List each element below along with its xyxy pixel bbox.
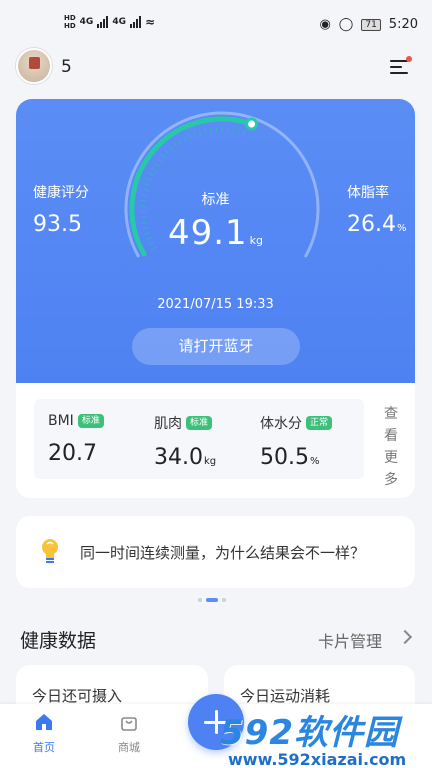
gauge-tick xyxy=(145,177,152,181)
nav-shop-label: 商城 xyxy=(118,741,140,754)
metric-number: 50.5 xyxy=(260,445,309,470)
body-fat-readout: 26.4% xyxy=(347,212,407,237)
gauge-tick xyxy=(164,149,170,155)
metric-label-row: 肌肉 标准 xyxy=(154,413,216,433)
status-badge: 正常 xyxy=(306,416,333,430)
gauge-knob xyxy=(245,117,259,131)
lightbulb-icon xyxy=(42,539,58,563)
wifi-icon: ≈ xyxy=(144,15,156,29)
network-label-1: 4G xyxy=(79,17,94,27)
avatar[interactable] xyxy=(16,48,52,84)
metric-label: BMI xyxy=(48,413,74,429)
metric-label: 体水分 xyxy=(260,416,302,432)
status-bar-signals: HD HD 4G 4G ≈ xyxy=(64,14,155,30)
nav-home-label: 首页 xyxy=(33,741,55,754)
view-more-link[interactable]: 查看更多 xyxy=(382,403,400,491)
menu-icon-line xyxy=(390,72,408,74)
shopping-bag-icon xyxy=(121,717,137,731)
status-badge: 标准 xyxy=(77,414,104,428)
gauge-tick xyxy=(148,172,154,177)
hd-indicator: HD HD xyxy=(64,14,76,30)
status-badge: 标准 xyxy=(186,416,213,430)
watermark-logo: 592软件园 xyxy=(220,713,399,753)
network-label-2: 4G xyxy=(112,17,126,27)
metric-value: 50.5% xyxy=(260,445,332,470)
body-fat-label: 体脂率 xyxy=(347,185,389,201)
enable-bluetooth-button[interactable]: 请打开蓝牙 xyxy=(132,328,300,365)
notification-dot xyxy=(406,56,412,62)
metric-number: 20.7 xyxy=(48,441,97,466)
gauge-tick xyxy=(150,167,157,172)
carousel-indicator xyxy=(198,598,226,602)
gauge-tick xyxy=(232,127,234,134)
metric-label-row: 体水分 正常 xyxy=(260,413,333,433)
metric-number: 34.0 xyxy=(154,445,203,470)
signal-icon xyxy=(129,16,141,28)
home-icon xyxy=(36,714,52,730)
metric-label-row: BMI 标准 xyxy=(48,413,104,429)
gauge-tick xyxy=(210,127,212,134)
metric-muscle[interactable]: 肌肉 标准 34.0kg xyxy=(154,413,216,470)
gauge-tick xyxy=(188,133,192,140)
watermark: 592软件园 www.592xiazai.com xyxy=(220,705,430,768)
gauge-tick xyxy=(160,153,166,159)
tip-card[interactable]: 同一时间连续测量，为什么结果会不一样？ xyxy=(16,516,415,588)
body-fat-unit: % xyxy=(396,223,407,234)
weight-card[interactable]: 健康评分 93.5 标准 49.1 kg 体脂率 26.4% 2021/07/15… xyxy=(16,99,415,383)
eye-icon: ◉ xyxy=(319,17,331,32)
tip-text: 同一时间连续测量，为什么结果会不一样？ xyxy=(80,544,366,562)
carousel-dot-active xyxy=(206,598,218,602)
metric-body-water[interactable]: 体水分 正常 50.5% xyxy=(260,413,333,470)
metric-value: 34.0kg xyxy=(154,445,216,470)
gauge-tick xyxy=(242,130,246,137)
gauge-tick xyxy=(193,131,197,138)
gauge-tick xyxy=(198,130,202,137)
menu-icon-line xyxy=(390,66,402,68)
nav-home[interactable]: 首页 xyxy=(20,712,68,755)
gauge-tick xyxy=(153,162,160,167)
gauge-tick xyxy=(157,158,163,163)
carousel-dot xyxy=(198,598,202,602)
body-fat-value: 26.4 xyxy=(347,212,396,237)
intake-card-label: 今日还可摄入 xyxy=(32,687,123,705)
section-title: 健康数据 xyxy=(20,630,97,652)
body-metrics-card: BMI 标准 20.7 肌肉 标准 34.0kg 体水分 正常 50.5% 查看… xyxy=(16,383,415,498)
nav-shop[interactable]: 商城 xyxy=(105,712,153,755)
metric-value: 20.7 xyxy=(48,441,104,466)
metric-bmi[interactable]: BMI 标准 20.7 xyxy=(48,413,104,466)
gauge-tick xyxy=(178,139,183,145)
exercise-card-label: 今日运动消耗 xyxy=(240,687,331,705)
metric-label: 肌肉 xyxy=(154,416,182,432)
battery-icon: 71 xyxy=(361,18,381,31)
gauge-tick xyxy=(204,128,207,135)
alarm-icon: ◯ xyxy=(338,17,354,32)
metrics-panel[interactable]: BMI 标准 20.7 肌肉 标准 34.0kg 体水分 正常 50.5% xyxy=(34,399,364,479)
weight-value: 49.1 xyxy=(167,213,248,253)
gauge-tick xyxy=(237,128,240,135)
status-bar: HD HD 4G 4G ≈ ◉ ◯ 71 5:20 xyxy=(0,0,432,44)
carousel-dot xyxy=(222,598,226,602)
gauge-tick xyxy=(173,142,178,148)
watermark-url: www.592xiazai.com xyxy=(228,750,407,768)
weight-unit: kg xyxy=(249,234,264,247)
gauge-tick xyxy=(183,136,187,143)
status-bar-right: ◉ ◯ 71 5:20 xyxy=(319,17,418,32)
metric-unit: kg xyxy=(203,456,217,467)
status-time: 5:20 xyxy=(388,17,418,32)
measurement-datetime: 2021/07/15 19:33 xyxy=(157,297,274,312)
gauge-tick xyxy=(143,183,150,186)
menu-button[interactable] xyxy=(388,56,412,78)
chevron-right-icon[interactable] xyxy=(397,629,413,645)
signal-icon xyxy=(97,16,109,28)
user-count[interactable]: 5 xyxy=(61,57,72,77)
metric-unit: % xyxy=(309,456,320,467)
gauge-tick xyxy=(168,145,174,152)
weight-gauge xyxy=(124,111,320,258)
card-manage-link[interactable]: 卡片管理 xyxy=(318,628,382,652)
